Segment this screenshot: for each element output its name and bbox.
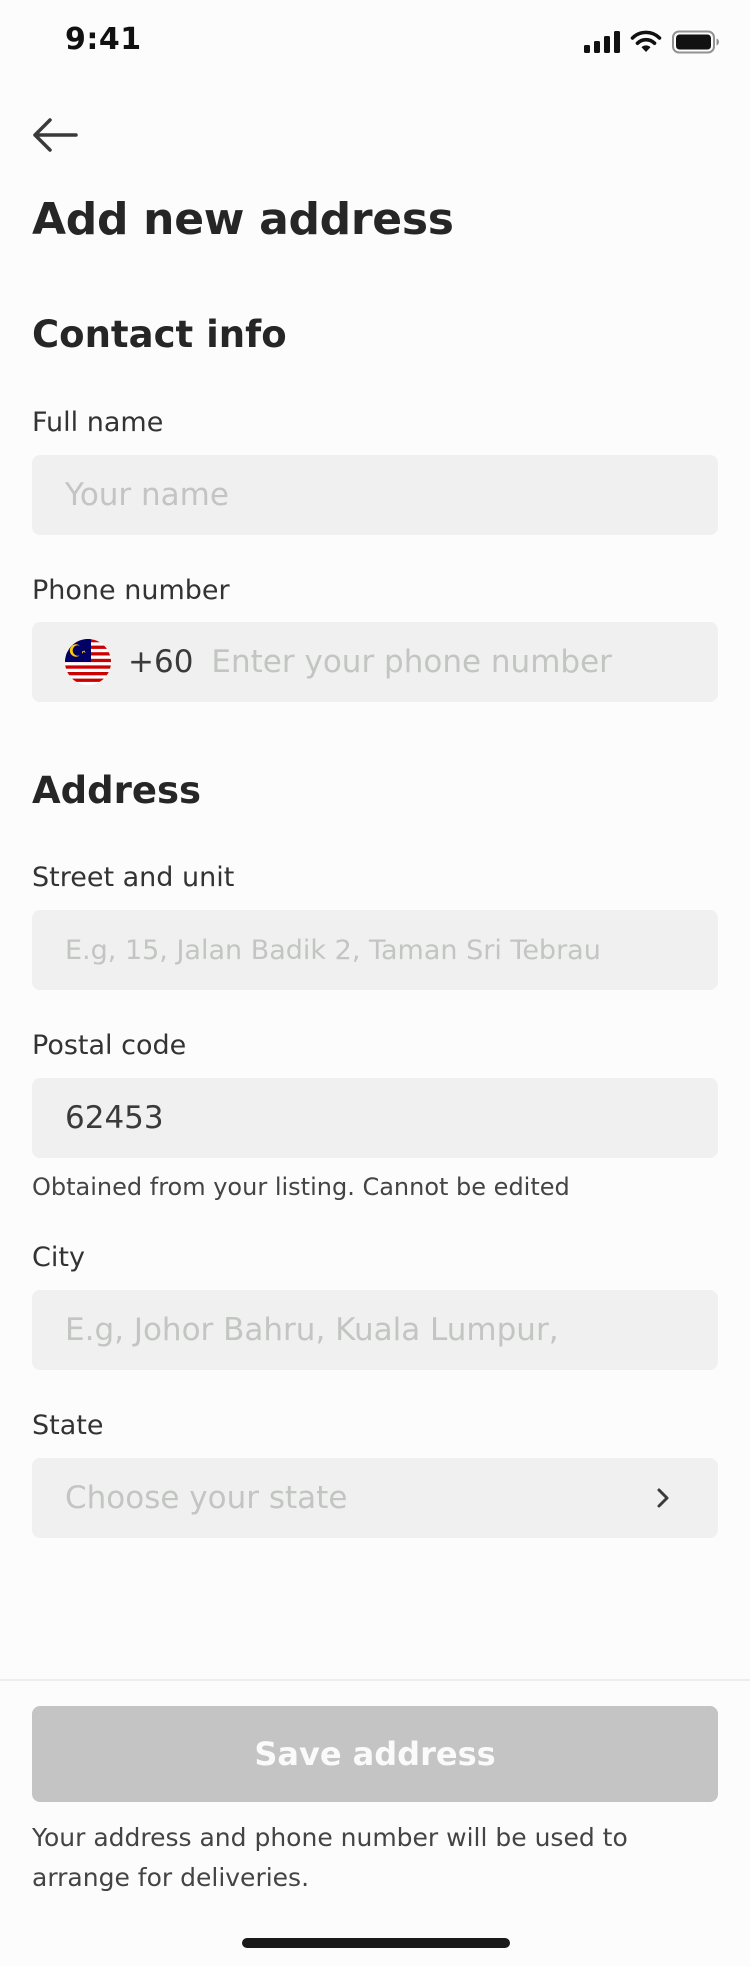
delivery-note: Your address and phone number will be us… <box>32 1823 628 1892</box>
save-address-button[interactable]: Save address <box>32 1706 718 1802</box>
status-icons <box>584 30 720 54</box>
cellular-signal-icon <box>584 31 620 53</box>
footer-divider <box>0 1679 750 1681</box>
phone-number-label: Phone number <box>32 575 230 606</box>
arrow-left-icon <box>33 118 78 152</box>
city-placeholder: E.g, Johor Bahru, Kuala Lumpur, <box>65 1312 559 1348</box>
street-placeholder: E.g, 15, Jalan Badik 2, Taman Sri Tebrau <box>65 934 601 966</box>
full-name-label: Full name <box>32 407 164 438</box>
home-indicator <box>242 1938 510 1948</box>
chevron-right-icon <box>657 1488 669 1508</box>
street-label: Street and unit <box>32 862 235 893</box>
full-name-input[interactable]: Your name <box>32 455 718 535</box>
wifi-icon <box>630 30 662 52</box>
phone-number-input[interactable]: +60 Enter your phone number <box>32 622 718 702</box>
postal-code-label: Postal code <box>32 1030 187 1061</box>
country-code: +60 <box>128 644 194 680</box>
status-time: 9:41 <box>65 22 142 57</box>
postal-code-value: 62453 <box>65 1100 164 1136</box>
phone-number-placeholder: Enter your phone number <box>211 644 612 680</box>
state-placeholder: Choose your state <box>65 1480 348 1516</box>
state-label: State <box>32 1410 104 1441</box>
state-select[interactable]: Choose your state <box>32 1458 718 1538</box>
battery-icon <box>672 30 719 54</box>
postal-code-help: Obtained from your listing. Cannot be ed… <box>32 1173 570 1201</box>
city-label: City <box>32 1242 85 1273</box>
malaysia-flag-icon <box>65 639 111 685</box>
city-input[interactable]: E.g, Johor Bahru, Kuala Lumpur, <box>32 1290 718 1370</box>
street-input[interactable]: E.g, 15, Jalan Badik 2, Taman Sri Tebrau <box>32 910 718 990</box>
full-name-placeholder: Your name <box>65 477 229 513</box>
postal-code-field: 62453 <box>32 1078 718 1158</box>
address-section-title: Address <box>32 769 201 812</box>
contact-section-title: Contact info <box>32 313 287 356</box>
back-button[interactable] <box>28 112 82 158</box>
page-title: Add new address <box>32 194 454 245</box>
